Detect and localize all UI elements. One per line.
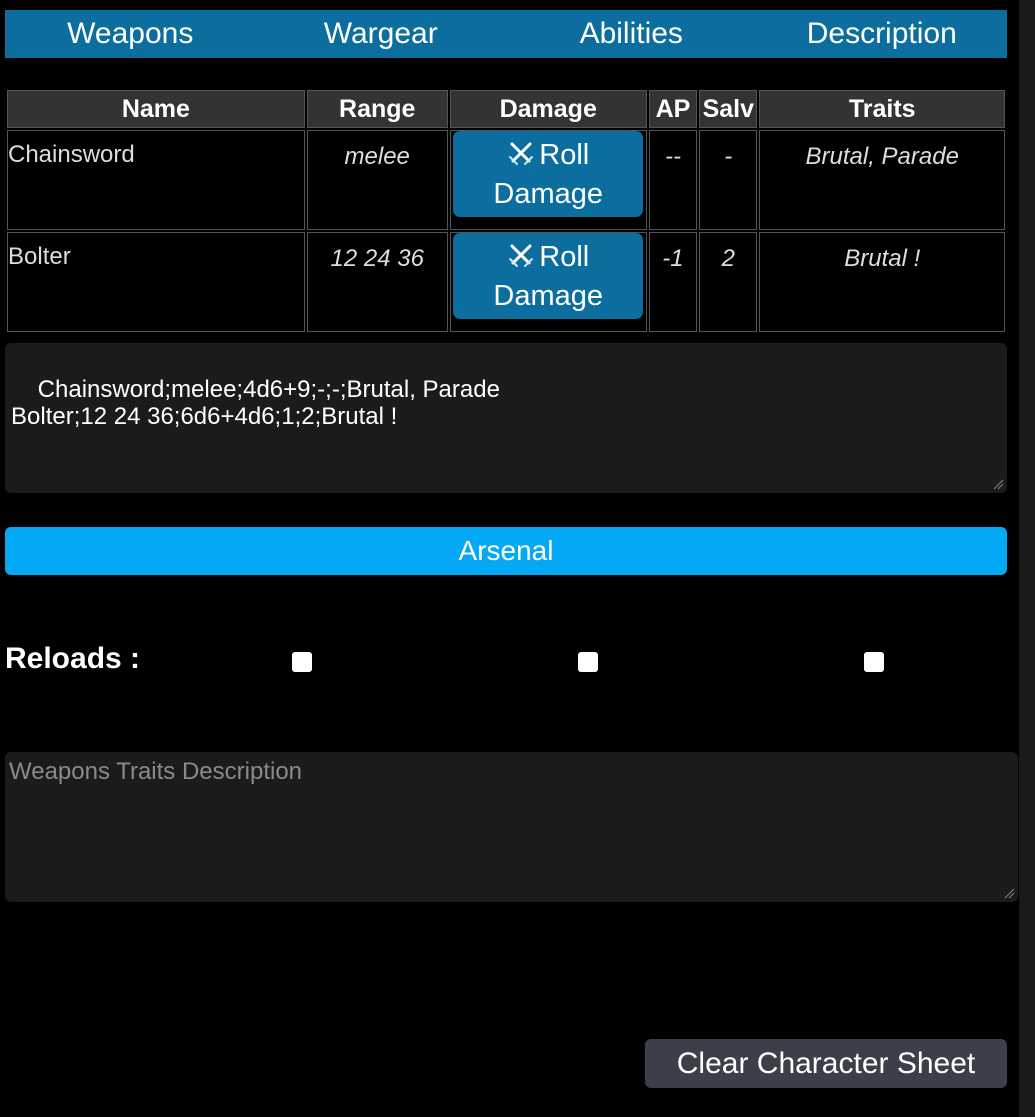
weapon-salv: - xyxy=(699,130,758,230)
roll-damage-label-line2: Damage xyxy=(493,280,604,312)
column-header-ap: AP xyxy=(648,90,698,128)
tab-abilities[interactable]: Abilities xyxy=(506,10,757,58)
reload-checkbox-2[interactable] xyxy=(578,652,598,672)
tab-weapons[interactable]: Weapons xyxy=(5,10,256,58)
tab-description[interactable]: Description xyxy=(757,10,1008,58)
weapon-ap: -- xyxy=(648,130,698,230)
weapon-range: melee xyxy=(306,130,448,230)
reload-checkbox-1[interactable] xyxy=(292,652,312,672)
weapons-traits-placeholder: Weapons Traits Description xyxy=(9,758,303,785)
table-row: Bolter 12 24 36 Roll Damage -1 2 Brutal … xyxy=(7,232,1005,332)
roll-damage-label-line2: Damage xyxy=(493,178,604,210)
clear-character-sheet-button[interactable]: Clear Character Sheet xyxy=(645,1039,1007,1088)
column-header-salv: Salv xyxy=(699,90,758,128)
column-header-name: Name xyxy=(7,90,305,128)
weapon-traits: Brutal, Parade xyxy=(759,130,1005,230)
column-header-traits: Traits xyxy=(759,90,1005,128)
scrollbar[interactable] xyxy=(1019,0,1035,1117)
weapons-import-textarea[interactable]: Chainsword;melee;4d6+9;-;-;Brutal, Parad… xyxy=(5,343,1007,493)
column-header-damage: Damage xyxy=(449,90,647,128)
weapons-import-text: Chainsword;melee;4d6+9;-;-;Brutal, Parad… xyxy=(11,376,500,430)
table-row: Chainsword melee Roll Damage -- - Brutal… xyxy=(7,130,1005,230)
weapons-table: Name Range Damage AP Salv Traits Chainsw… xyxy=(5,88,1007,334)
column-header-range: Range xyxy=(306,90,448,128)
crossed-swords-icon xyxy=(507,241,535,278)
tab-wargear[interactable]: Wargear xyxy=(256,10,507,58)
roll-damage-label-line1: Roll xyxy=(539,139,590,171)
roll-damage-button[interactable]: Roll Damage xyxy=(453,233,644,319)
tab-bar: Weapons Wargear Abilities Description xyxy=(5,10,1007,58)
resize-grip-icon[interactable] xyxy=(992,478,1004,490)
weapon-range: 12 24 36 xyxy=(306,232,448,332)
weapon-salv: 2 xyxy=(699,232,758,332)
reload-checkbox-3[interactable] xyxy=(864,652,884,672)
crossed-swords-icon xyxy=(507,139,535,176)
resize-grip-icon[interactable] xyxy=(1003,887,1015,899)
roll-damage-label-line1: Roll xyxy=(539,241,590,273)
weapon-ap: -1 xyxy=(648,232,698,332)
weapon-name: Bolter xyxy=(7,232,305,332)
damage-cell: Roll Damage xyxy=(449,232,647,332)
reloads-label: Reloads : xyxy=(5,642,141,675)
weapon-traits: Brutal ! xyxy=(759,232,1005,332)
arsenal-button[interactable]: Arsenal xyxy=(5,527,1007,575)
character-sheet-page: Weapons Wargear Abilities Description Na… xyxy=(0,0,1035,1117)
damage-cell: Roll Damage xyxy=(449,130,647,230)
weapons-traits-description-field[interactable]: Weapons Traits Description xyxy=(5,752,1018,902)
table-header-row: Name Range Damage AP Salv Traits xyxy=(7,90,1005,128)
roll-damage-button[interactable]: Roll Damage xyxy=(453,131,644,217)
weapon-name: Chainsword xyxy=(7,130,305,230)
